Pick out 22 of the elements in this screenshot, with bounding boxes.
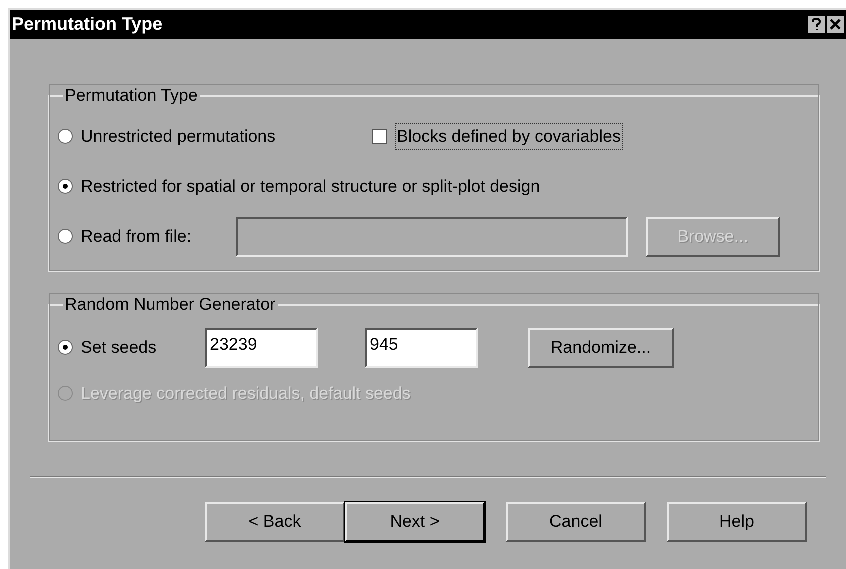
dialog-button[interactable]: Help bbox=[667, 502, 807, 542]
text-field[interactable]: 23239 bbox=[205, 328, 318, 368]
radio-label: Read from file: bbox=[81, 226, 192, 248]
radio-label: Restricted for spatial or temporal structure or split-plot design bbox=[81, 176, 540, 198]
dialog-button[interactable]: Randomize... bbox=[528, 328, 674, 368]
checkbox[interactable] bbox=[372, 129, 387, 144]
group-title: Permutation Type bbox=[64, 85, 199, 107]
radio-label: Set seeds bbox=[81, 336, 157, 359]
checkbox-label: Blocks defined by covariables bbox=[395, 122, 623, 150]
radio-button[interactable] bbox=[58, 340, 73, 355]
close-icon[interactable] bbox=[827, 16, 844, 33]
radio-label: Unrestricted permutations bbox=[81, 126, 276, 148]
dialog-button[interactable]: Cancel bbox=[506, 502, 646, 542]
dialog-button[interactable]: Next > bbox=[345, 502, 485, 542]
group-title: Random Number Generator bbox=[64, 294, 277, 316]
radio-button[interactable] bbox=[58, 129, 73, 144]
window-title: Permutation Type bbox=[12, 13, 163, 36]
text-field[interactable]: 945 bbox=[365, 328, 478, 368]
radio-button[interactable] bbox=[58, 229, 73, 244]
help-icon[interactable] bbox=[808, 16, 825, 33]
radio-button[interactable] bbox=[58, 179, 73, 194]
dialog-button[interactable]: < Back bbox=[205, 502, 345, 542]
